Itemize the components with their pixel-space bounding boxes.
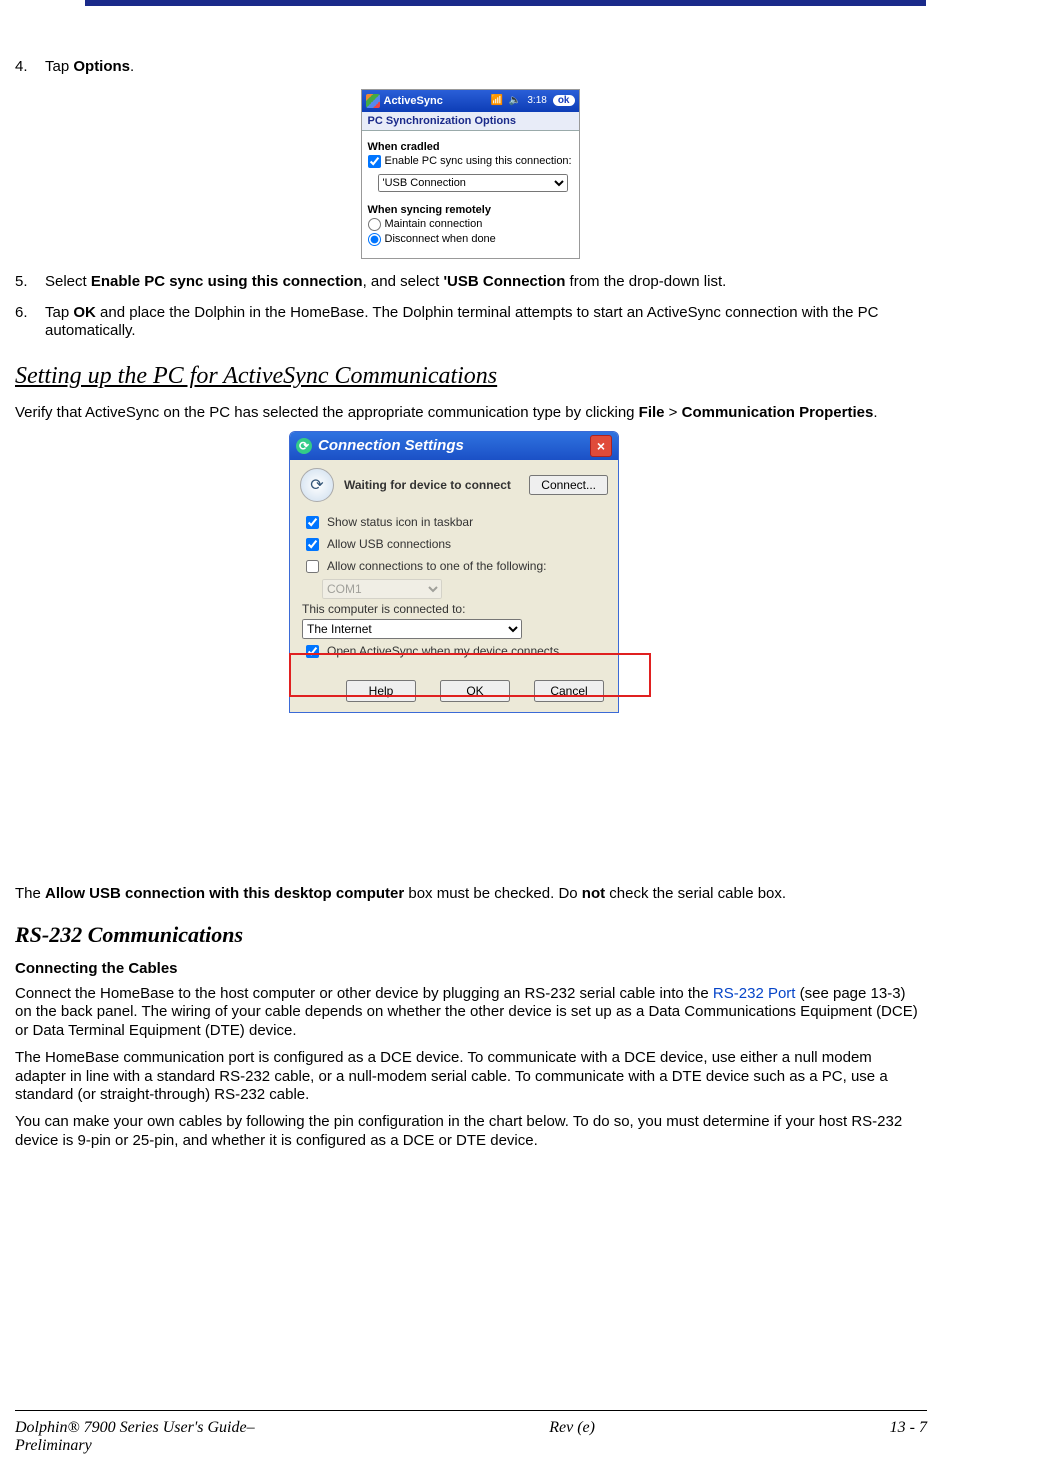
p3: You can make your own cables by followin… [15, 1113, 925, 1151]
mobile-titlebar: ActiveSync 📶 🔈 3:18 ok [362, 90, 579, 112]
subhead-cables: Connecting the Cables [15, 960, 925, 977]
p1-a: Connect the HomeBase to the host compute… [15, 985, 713, 1002]
disconnect-row[interactable]: Disconnect when done [368, 233, 573, 246]
step-4-num: 4. [15, 58, 28, 77]
p1: Connect the HomeBase to the host compute… [15, 985, 925, 1041]
disconnect-radio[interactable] [368, 233, 381, 246]
mobile-time: 3:18 [527, 95, 546, 106]
signal-icon: 📶 [490, 95, 502, 106]
verify-e: . [873, 404, 877, 421]
heading-activesync-pc: Setting up the PC for ActiveSync Communi… [15, 363, 925, 390]
close-icon[interactable]: × [590, 435, 612, 457]
show-status-checkbox[interactable] [306, 516, 319, 529]
connect-button[interactable]: Connect... [529, 475, 608, 495]
al-c: box must be checked. Do [404, 885, 582, 902]
footer-right: 13 - 7 [890, 1419, 927, 1437]
footer-left1: Dolphin® 7900 Series User's Guide– [15, 1419, 255, 1436]
step-5-b1: Enable PC sync using this connection [91, 273, 363, 290]
sync-title-icon: ⟳ [296, 438, 312, 454]
allow-com-row[interactable]: Allow connections to one of the followin… [302, 557, 606, 576]
al-e: check the serial cable box. [605, 885, 786, 902]
highlight-box [289, 653, 651, 697]
verify-c: > [665, 404, 682, 421]
step-5-a: Select [45, 273, 91, 290]
verify-b: File [639, 404, 665, 421]
step-4-b: . [130, 58, 134, 75]
footer-left: Dolphin® 7900 Series User's Guide– Preli… [15, 1419, 255, 1455]
show-status-label: Show status icon in taskbar [327, 515, 473, 529]
mobile-app-title: ActiveSync [384, 95, 443, 107]
activesync-screenshot: ActiveSync 📶 🔈 3:18 ok PC Synchronizatio… [361, 89, 580, 259]
footer-left2: Preliminary [15, 1437, 92, 1454]
step-5-b2: 'USB Connection [443, 273, 565, 290]
when-cradled-title: When cradled [368, 141, 573, 153]
p2: The HomeBase communication port is confi… [15, 1049, 925, 1105]
enable-pc-sync-row[interactable]: Enable PC sync using this connection: [368, 155, 573, 168]
verify-para: Verify that ActiveSync on the PC has sel… [15, 404, 925, 423]
enable-pc-sync-label: Enable PC sync using this connection: [385, 155, 572, 167]
connection-select[interactable]: 'USB Connection [378, 174, 568, 192]
step-4-a: Tap [45, 58, 73, 75]
step-6-num: 6. [15, 304, 28, 323]
step-6-bold: OK [73, 304, 96, 321]
step-5-c: , and select [363, 273, 444, 290]
sync-status-icon: ⟳ [300, 468, 334, 502]
connection-settings-screenshot: ⟳ Connection Settings × ⟳ Waiting for dev… [289, 431, 651, 713]
page-top-rule [85, 0, 926, 6]
when-remote-title: When syncing remotely [368, 204, 573, 216]
page-footer: Dolphin® 7900 Series User's Guide– Preli… [15, 1419, 927, 1455]
allow-com-label: Allow connections to one of the followin… [327, 559, 546, 573]
verify-a: Verify that ActiveSync on the PC has sel… [15, 404, 639, 421]
allow-usb-para: The Allow USB connection with this deskt… [15, 885, 925, 904]
allow-usb-label: Allow USB connections [327, 537, 451, 551]
verify-d: Communication Properties [682, 404, 874, 421]
connected-to-select[interactable]: The Internet [302, 619, 522, 639]
mobile-subtitle: PC Synchronization Options [362, 112, 579, 131]
al-a: The [15, 885, 45, 902]
speaker-icon: 🔈 [509, 95, 521, 106]
windows-flag-icon [366, 94, 380, 108]
al-b: Allow USB connection with this desktop c… [45, 885, 404, 902]
step-4: 4. Tap Options. [15, 58, 925, 77]
step-6: 6. Tap OK and place the Dolphin in the H… [15, 304, 925, 342]
step-5: 5. Select Enable PC sync using this conn… [15, 273, 925, 292]
allow-com-checkbox[interactable] [306, 560, 319, 573]
mobile-ok-button[interactable]: ok [553, 95, 575, 106]
step-6-a: Tap [45, 304, 73, 321]
dlg-titlebar: ⟳ Connection Settings × [290, 432, 618, 460]
com-select: COM1 [322, 579, 442, 599]
connected-to-label: This computer is connected to: [302, 602, 606, 616]
dlg-title-text: Connection Settings [318, 437, 464, 454]
footer-center: Rev (e) [549, 1419, 595, 1437]
maintain-row[interactable]: Maintain connection [368, 218, 573, 231]
step-5-d: from the drop-down list. [565, 273, 726, 290]
enable-pc-sync-checkbox[interactable] [368, 155, 381, 168]
maintain-label: Maintain connection [385, 218, 483, 230]
step-6-b: and place the Dolphin in the HomeBase. T… [45, 304, 879, 340]
rs232-port-link[interactable]: RS-232 Port [713, 985, 796, 1002]
al-d: not [582, 885, 605, 902]
allow-usb-checkbox[interactable] [306, 538, 319, 551]
waiting-text: Waiting for device to connect [344, 478, 519, 492]
allow-usb-row[interactable]: Allow USB connections [302, 535, 606, 554]
disconnect-label: Disconnect when done [385, 233, 496, 245]
step-4-bold: Options [73, 58, 130, 75]
step-5-num: 5. [15, 273, 28, 292]
maintain-radio[interactable] [368, 218, 381, 231]
footer-rule [15, 1410, 927, 1411]
heading-rs232: RS-232 Communications [15, 922, 925, 948]
page-content: 4. Tap Options. ActiveSync 📶 🔈 3:18 ok P… [15, 58, 925, 1159]
show-status-row[interactable]: Show status icon in taskbar [302, 513, 606, 532]
